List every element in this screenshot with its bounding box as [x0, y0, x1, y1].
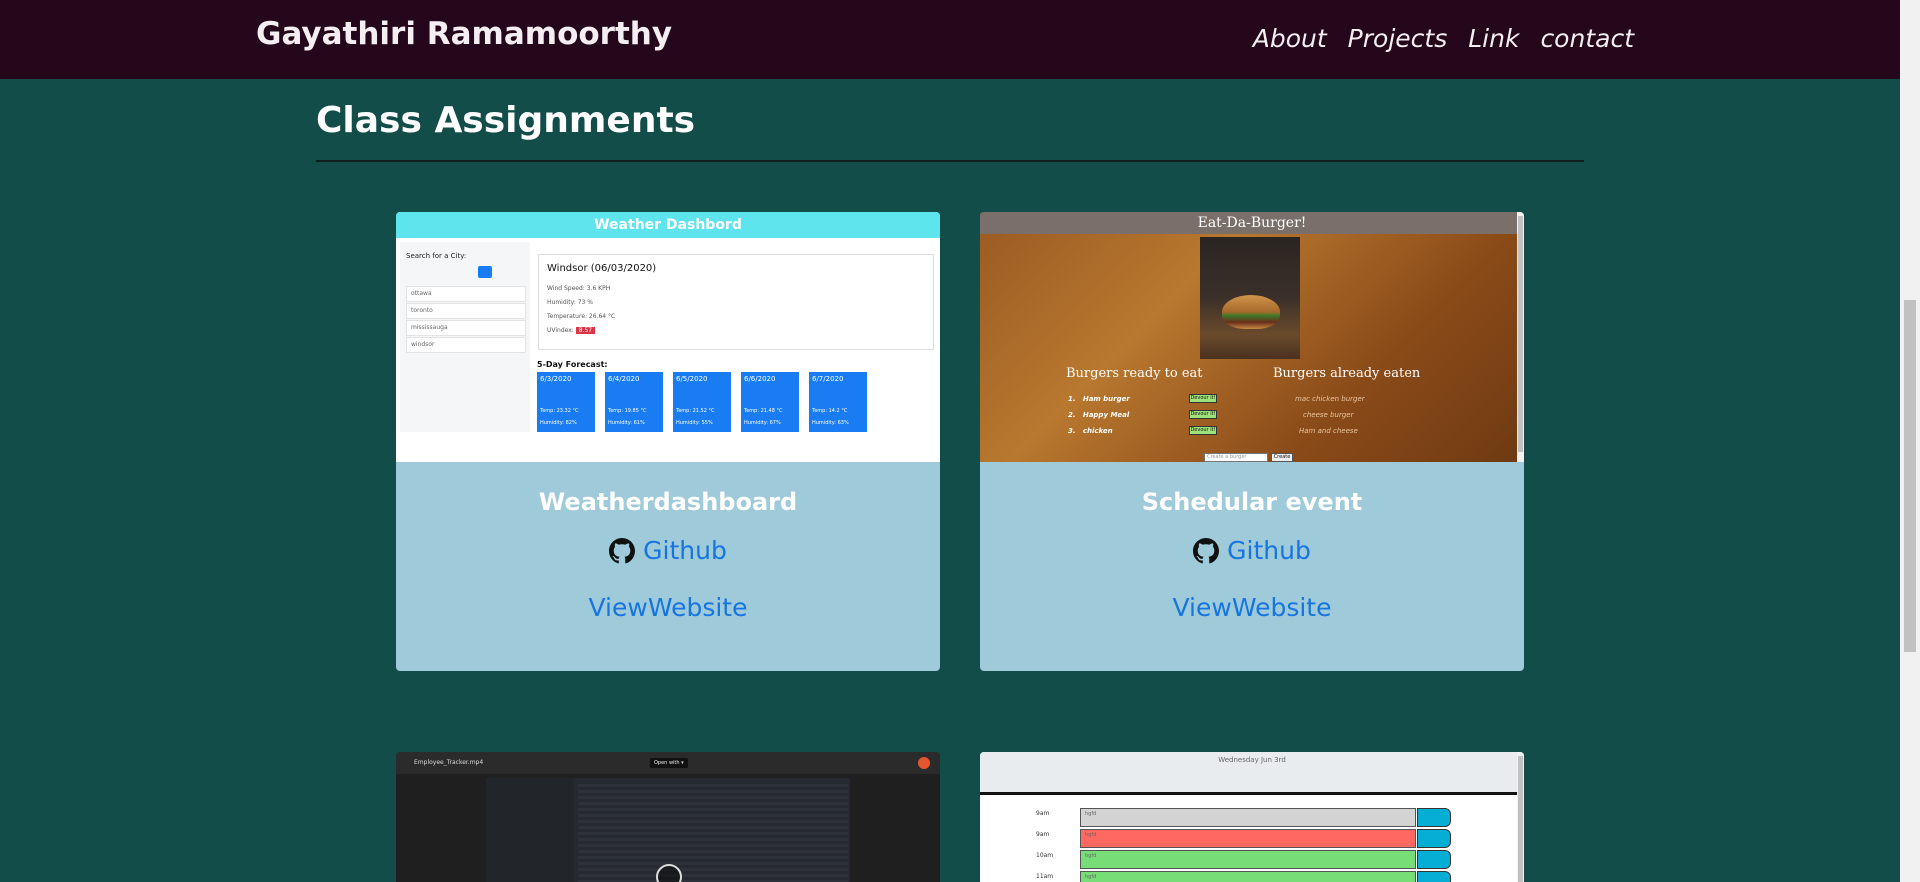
- preview-scrollbar: [1517, 212, 1524, 462]
- nav-link-projects[interactable]: Projects: [1348, 24, 1448, 53]
- navbar: Gayathiri Ramamoorthy About Projects Lin…: [0, 0, 1900, 79]
- wx-sidebar: Search for a City: ottawa toronto missis…: [400, 242, 530, 432]
- card-title: Weatherdashboard: [538, 488, 798, 516]
- burger-header: Eat-Da-Burger!: [980, 212, 1524, 234]
- burger-photo: [1200, 237, 1300, 359]
- video-file-name: Employee_Tracker.mp4: [414, 759, 484, 766]
- save-icon: [1417, 850, 1451, 869]
- wx-current: Windsor (06/03/2020) Wind Speed: 3.6 KPH…: [538, 254, 934, 350]
- section-title: Class Assignments: [316, 100, 696, 141]
- page-scrollbar[interactable]: [1900, 0, 1920, 882]
- employee-tracker-preview-image[interactable]: Employee_Tracker.mp4 Open with ▾: [396, 752, 940, 882]
- open-with-button: Open with ▾: [650, 758, 688, 768]
- brand-name[interactable]: Gayathiri Ramamoorthy: [256, 16, 672, 52]
- preview-scrollbar: [1517, 752, 1524, 882]
- section-divider: [316, 160, 1584, 162]
- save-icon: [1417, 829, 1451, 848]
- view-website-link[interactable]: ViewWebsite: [396, 593, 940, 622]
- github-link[interactable]: Github: [396, 536, 940, 565]
- nav-link-about[interactable]: About: [1253, 24, 1327, 53]
- github-icon: [609, 537, 636, 563]
- view-website-link[interactable]: ViewWebsite: [980, 593, 1524, 622]
- github-link[interactable]: Github: [980, 536, 1524, 565]
- nav-link-link[interactable]: Link: [1468, 24, 1519, 53]
- scrollbar-thumb[interactable]: [1904, 300, 1916, 652]
- burger-icon: [1222, 295, 1280, 329]
- search-icon: [478, 266, 492, 278]
- save-icon: [1417, 871, 1451, 882]
- video-viewer-toolbar: Employee_Tracker.mp4 Open with ▾: [396, 752, 940, 774]
- code-lines: [578, 784, 848, 882]
- scheduler-preview-image[interactable]: Wednesday Jun 3rd 9am hgfd 9am hgfd 10am…: [980, 752, 1524, 882]
- nav-links: About Projects Link contact: [1253, 24, 1634, 53]
- schedular-preview-image[interactable]: Eat-Da-Burger! Burgers ready to eat Burg…: [980, 212, 1524, 462]
- save-icon: [1417, 808, 1451, 827]
- project-card-schedular-event: Eat-Da-Burger! Burgers ready to eat Burg…: [980, 212, 1524, 671]
- file-tree: [486, 778, 574, 882]
- weatherdashboard-preview-image[interactable]: Weather Dashbord Search for a City: otta…: [396, 212, 940, 462]
- card-title: Schedular event: [1141, 488, 1363, 516]
- project-card-weatherdashboard: Weather Dashbord Search for a City: otta…: [396, 212, 940, 671]
- avatar: [918, 757, 930, 769]
- github-icon: [1193, 537, 1220, 563]
- scheduler-date: Wednesday Jun 3rd: [980, 752, 1524, 792]
- wx-header: Weather Dashbord: [396, 212, 940, 238]
- nav-link-contact[interactable]: contact: [1540, 24, 1634, 53]
